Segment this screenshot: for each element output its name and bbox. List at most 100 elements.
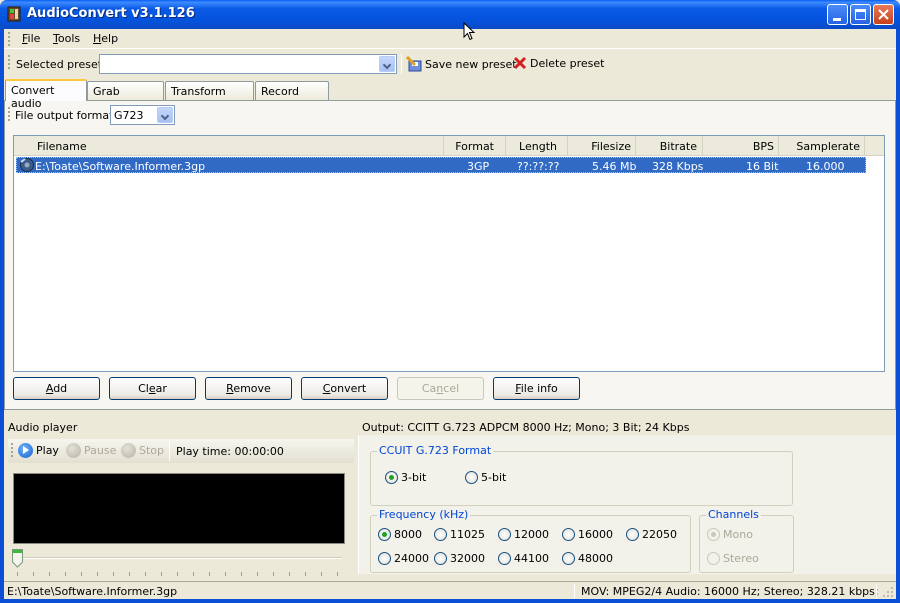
radio-label: 8000 bbox=[394, 528, 422, 541]
radio-freq-8000[interactable]: 8000 bbox=[378, 528, 422, 541]
radio-button-checked bbox=[378, 528, 391, 541]
column-label: Samplerate bbox=[796, 140, 860, 153]
stop-button[interactable]: Stop bbox=[121, 443, 164, 458]
menu-help[interactable]: Help bbox=[93, 32, 118, 45]
seek-slider-thumb[interactable] bbox=[12, 549, 23, 568]
output-format-select[interactable]: G723 bbox=[110, 105, 175, 125]
clear-button[interactable]: Clear bbox=[109, 377, 196, 400]
play-icon bbox=[18, 443, 33, 458]
delete-preset-button[interactable]: Delete preset bbox=[513, 56, 604, 70]
radio-freq-32000[interactable]: 32000 bbox=[434, 552, 485, 565]
status-file: E:\Toate\Software.Informer.3gp bbox=[7, 585, 178, 598]
remove-button[interactable]: Remove bbox=[205, 377, 292, 400]
column-bitrate[interactable]: Bitrate bbox=[636, 136, 703, 155]
radio-label: 44100 bbox=[514, 552, 549, 565]
status-separator bbox=[574, 584, 575, 598]
client-area: File Tools Help Selected preset: Save ne… bbox=[4, 29, 896, 599]
save-preset-icon bbox=[406, 56, 422, 72]
pause-icon bbox=[66, 443, 81, 458]
play-time: Play time: 00:00:00 bbox=[176, 445, 284, 458]
minimize-button[interactable] bbox=[827, 4, 848, 25]
group-title: CCUIT G.723 Format bbox=[377, 444, 494, 457]
tab-convert-audio[interactable]: Convert audio bbox=[5, 79, 87, 110]
chevron-down-icon[interactable] bbox=[379, 56, 395, 72]
column-label: Length bbox=[519, 140, 557, 153]
radio-3-bit[interactable]: 3-bit bbox=[385, 471, 426, 484]
close-button[interactable] bbox=[873, 4, 894, 25]
menu-file[interactable]: File bbox=[22, 32, 40, 45]
status-info: MOV: MPEG2/4 Audio: 16000 Hz; Stereo; 32… bbox=[581, 585, 879, 598]
radio-freq-24000[interactable]: 24000 bbox=[378, 552, 429, 565]
app-icon bbox=[7, 6, 21, 22]
toolbar-grip[interactable] bbox=[8, 32, 10, 47]
maximize-button[interactable] bbox=[850, 4, 871, 25]
radio-button bbox=[707, 552, 720, 565]
label: ar bbox=[155, 382, 167, 395]
column-format[interactable]: Format bbox=[444, 136, 506, 155]
column-length[interactable]: Length bbox=[506, 136, 568, 155]
radio-button bbox=[434, 552, 447, 565]
radio-freq-12000[interactable]: 12000 bbox=[498, 528, 549, 541]
file-list-header: Filename Format Length Filesize Bitrate … bbox=[14, 136, 884, 156]
radio-button bbox=[378, 552, 391, 565]
save-preset-button[interactable]: Save new preset bbox=[406, 56, 517, 72]
tab-grab-audiocd[interactable]: Grab AudioCD bbox=[87, 81, 164, 111]
audio-player-label: Audio player bbox=[8, 421, 78, 434]
cell-filesize: 5.46 Mb bbox=[592, 160, 637, 173]
resize-grip-icon[interactable] bbox=[882, 586, 894, 598]
column-bps[interactable]: BPS bbox=[703, 136, 779, 155]
radio-freq-11025[interactable]: 11025 bbox=[434, 528, 485, 541]
chevron-down-icon[interactable] bbox=[157, 107, 173, 123]
menu-tools[interactable]: Tools bbox=[53, 32, 80, 45]
label: cel bbox=[443, 382, 460, 395]
mouse-cursor-icon bbox=[463, 22, 476, 41]
seek-slider-track[interactable] bbox=[16, 557, 342, 559]
column-filesize[interactable]: Filesize bbox=[568, 136, 636, 155]
convert-button[interactable]: Convert bbox=[301, 377, 388, 400]
play-button[interactable]: Play bbox=[18, 443, 59, 458]
radio-mono[interactable]: Mono bbox=[707, 528, 753, 541]
toolbar-grip[interactable] bbox=[11, 443, 13, 458]
radio-label: 24000 bbox=[394, 552, 429, 565]
status-bar: E:\Toate\Software.Informer.3gp MOV: MPEG… bbox=[4, 581, 896, 599]
column-samplerate[interactable]: Samplerate bbox=[779, 136, 865, 155]
pause-button[interactable]: Pause bbox=[66, 443, 116, 458]
group-title: Frequency (kHz) bbox=[377, 508, 471, 521]
toolbar-separator bbox=[169, 441, 170, 461]
radio-5-bit[interactable]: 5-bit bbox=[465, 471, 506, 484]
add-button[interactable]: Add bbox=[13, 377, 100, 400]
output-format-value: G723 bbox=[114, 109, 144, 122]
radio-freq-48000[interactable]: 48000 bbox=[562, 552, 613, 565]
frequency-group: Frequency (kHz) 8000 11025 12000 16000 2… bbox=[370, 508, 691, 573]
file-info-button[interactable]: File info bbox=[493, 377, 580, 400]
stop-icon bbox=[121, 443, 136, 458]
cell-length: ??:??:?? bbox=[517, 160, 560, 173]
preset-select[interactable] bbox=[99, 54, 397, 74]
tab-record-audio[interactable]: Record audio bbox=[255, 81, 329, 111]
radio-button-checked bbox=[385, 471, 398, 484]
radio-button-checked bbox=[707, 528, 720, 541]
radio-label: 3-bit bbox=[401, 471, 427, 484]
radio-stereo[interactable]: Stereo bbox=[707, 552, 759, 565]
column-filename[interactable]: Filename bbox=[14, 136, 444, 155]
radio-freq-22050[interactable]: 22050 bbox=[626, 528, 677, 541]
delete-icon bbox=[513, 56, 527, 70]
player-toolbar: Play Pause Stop Play time: 00:00:00 bbox=[8, 439, 354, 463]
tab-transform-audio[interactable]: Transform audio bbox=[165, 81, 254, 111]
output-format-label: File output format: bbox=[15, 109, 118, 122]
seek-slider-ticks bbox=[17, 572, 343, 576]
label: emove bbox=[233, 382, 271, 395]
title-bar[interactable]: AudioConvert v3.1.126 bbox=[0, 0, 900, 29]
file-list[interactable]: Filename Format Length Filesize Bitrate … bbox=[13, 135, 885, 372]
toolbar-grip[interactable] bbox=[8, 107, 10, 122]
radio-button bbox=[562, 528, 575, 541]
label: onvert bbox=[330, 382, 367, 395]
cancel-button[interactable]: Cancel bbox=[397, 377, 484, 400]
video-display bbox=[13, 473, 345, 544]
radio-freq-16000[interactable]: 16000 bbox=[562, 528, 613, 541]
file-list-row[interactable]: E:\Toate\Software.Informer.3gp 3GP ??:??… bbox=[16, 157, 866, 186]
toolbar-grip[interactable] bbox=[8, 55, 10, 70]
radio-freq-44100[interactable]: 44100 bbox=[498, 552, 549, 565]
radio-button bbox=[498, 528, 511, 541]
menu-tools-label: ools bbox=[57, 32, 81, 45]
